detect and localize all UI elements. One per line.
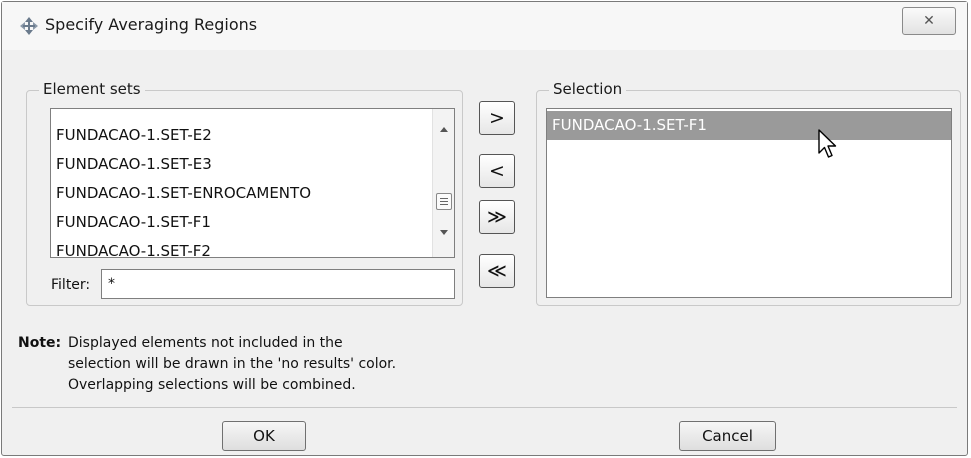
specify-averaging-regions-dialog: Specify Averaging Regions ✕ Element sets…: [1, 1, 968, 456]
list-item[interactable]: FUNDACAO-1.SET-ENROCAMENTO: [51, 179, 454, 208]
list-item[interactable]: FUNDACAO-1.SET-E3: [51, 150, 454, 179]
note-line: selection will be drawn in the 'no resul…: [68, 356, 397, 372]
divider: [12, 407, 957, 408]
element-sets-scrollbar[interactable]: [432, 109, 454, 257]
move-crosshair-icon: [20, 17, 38, 35]
remove-button[interactable]: <: [479, 154, 515, 188]
selected-list-item[interactable]: FUNDACAO-1.SET-F1: [547, 111, 951, 140]
scroll-up-arrow-icon[interactable]: [440, 127, 448, 132]
note-line: Overlapping selections will be combined.: [68, 377, 356, 393]
note-line: Displayed elements not included in the: [68, 335, 343, 351]
selection-label: Selection: [549, 80, 627, 98]
ok-button[interactable]: OK: [222, 421, 306, 451]
element-sets-label: Element sets: [39, 80, 145, 98]
close-button[interactable]: ✕: [902, 7, 956, 35]
close-icon: ✕: [923, 13, 935, 29]
selection-group: Selection FUNDACAO-1.SET-F1: [536, 80, 961, 306]
add-button[interactable]: >: [479, 101, 515, 135]
selection-list[interactable]: FUNDACAO-1.SET-F1: [546, 108, 952, 298]
list-item[interactable]: FUNDACAO-1.SET-F2: [51, 237, 454, 257]
add-all-button[interactable]: ≫: [479, 200, 515, 234]
list-item[interactable]: FUNDACAO-1.SET-F1: [51, 208, 454, 237]
filter-label: Filter:: [51, 277, 91, 293]
cancel-button[interactable]: Cancel: [679, 421, 776, 451]
scroll-thumb[interactable]: [436, 193, 452, 210]
mouse-pointer-icon: [818, 129, 837, 158]
element-sets-group: Element sets FUNDACAO-1.SET-E2 FUNDACAO-…: [26, 80, 463, 306]
title-bar[interactable]: Specify Averaging Regions ✕: [2, 2, 967, 50]
filter-input[interactable]: [101, 269, 455, 299]
remove-all-button[interactable]: ≪: [479, 254, 515, 288]
window-title: Specify Averaging Regions: [45, 15, 258, 34]
element-sets-list[interactable]: FUNDACAO-1.SET-E2 FUNDACAO-1.SET-E3 FUND…: [50, 108, 455, 258]
note-label: Note:: [18, 335, 62, 351]
scroll-down-arrow-icon[interactable]: [440, 230, 448, 235]
list-item[interactable]: FUNDACAO-1.SET-E2: [51, 121, 454, 150]
